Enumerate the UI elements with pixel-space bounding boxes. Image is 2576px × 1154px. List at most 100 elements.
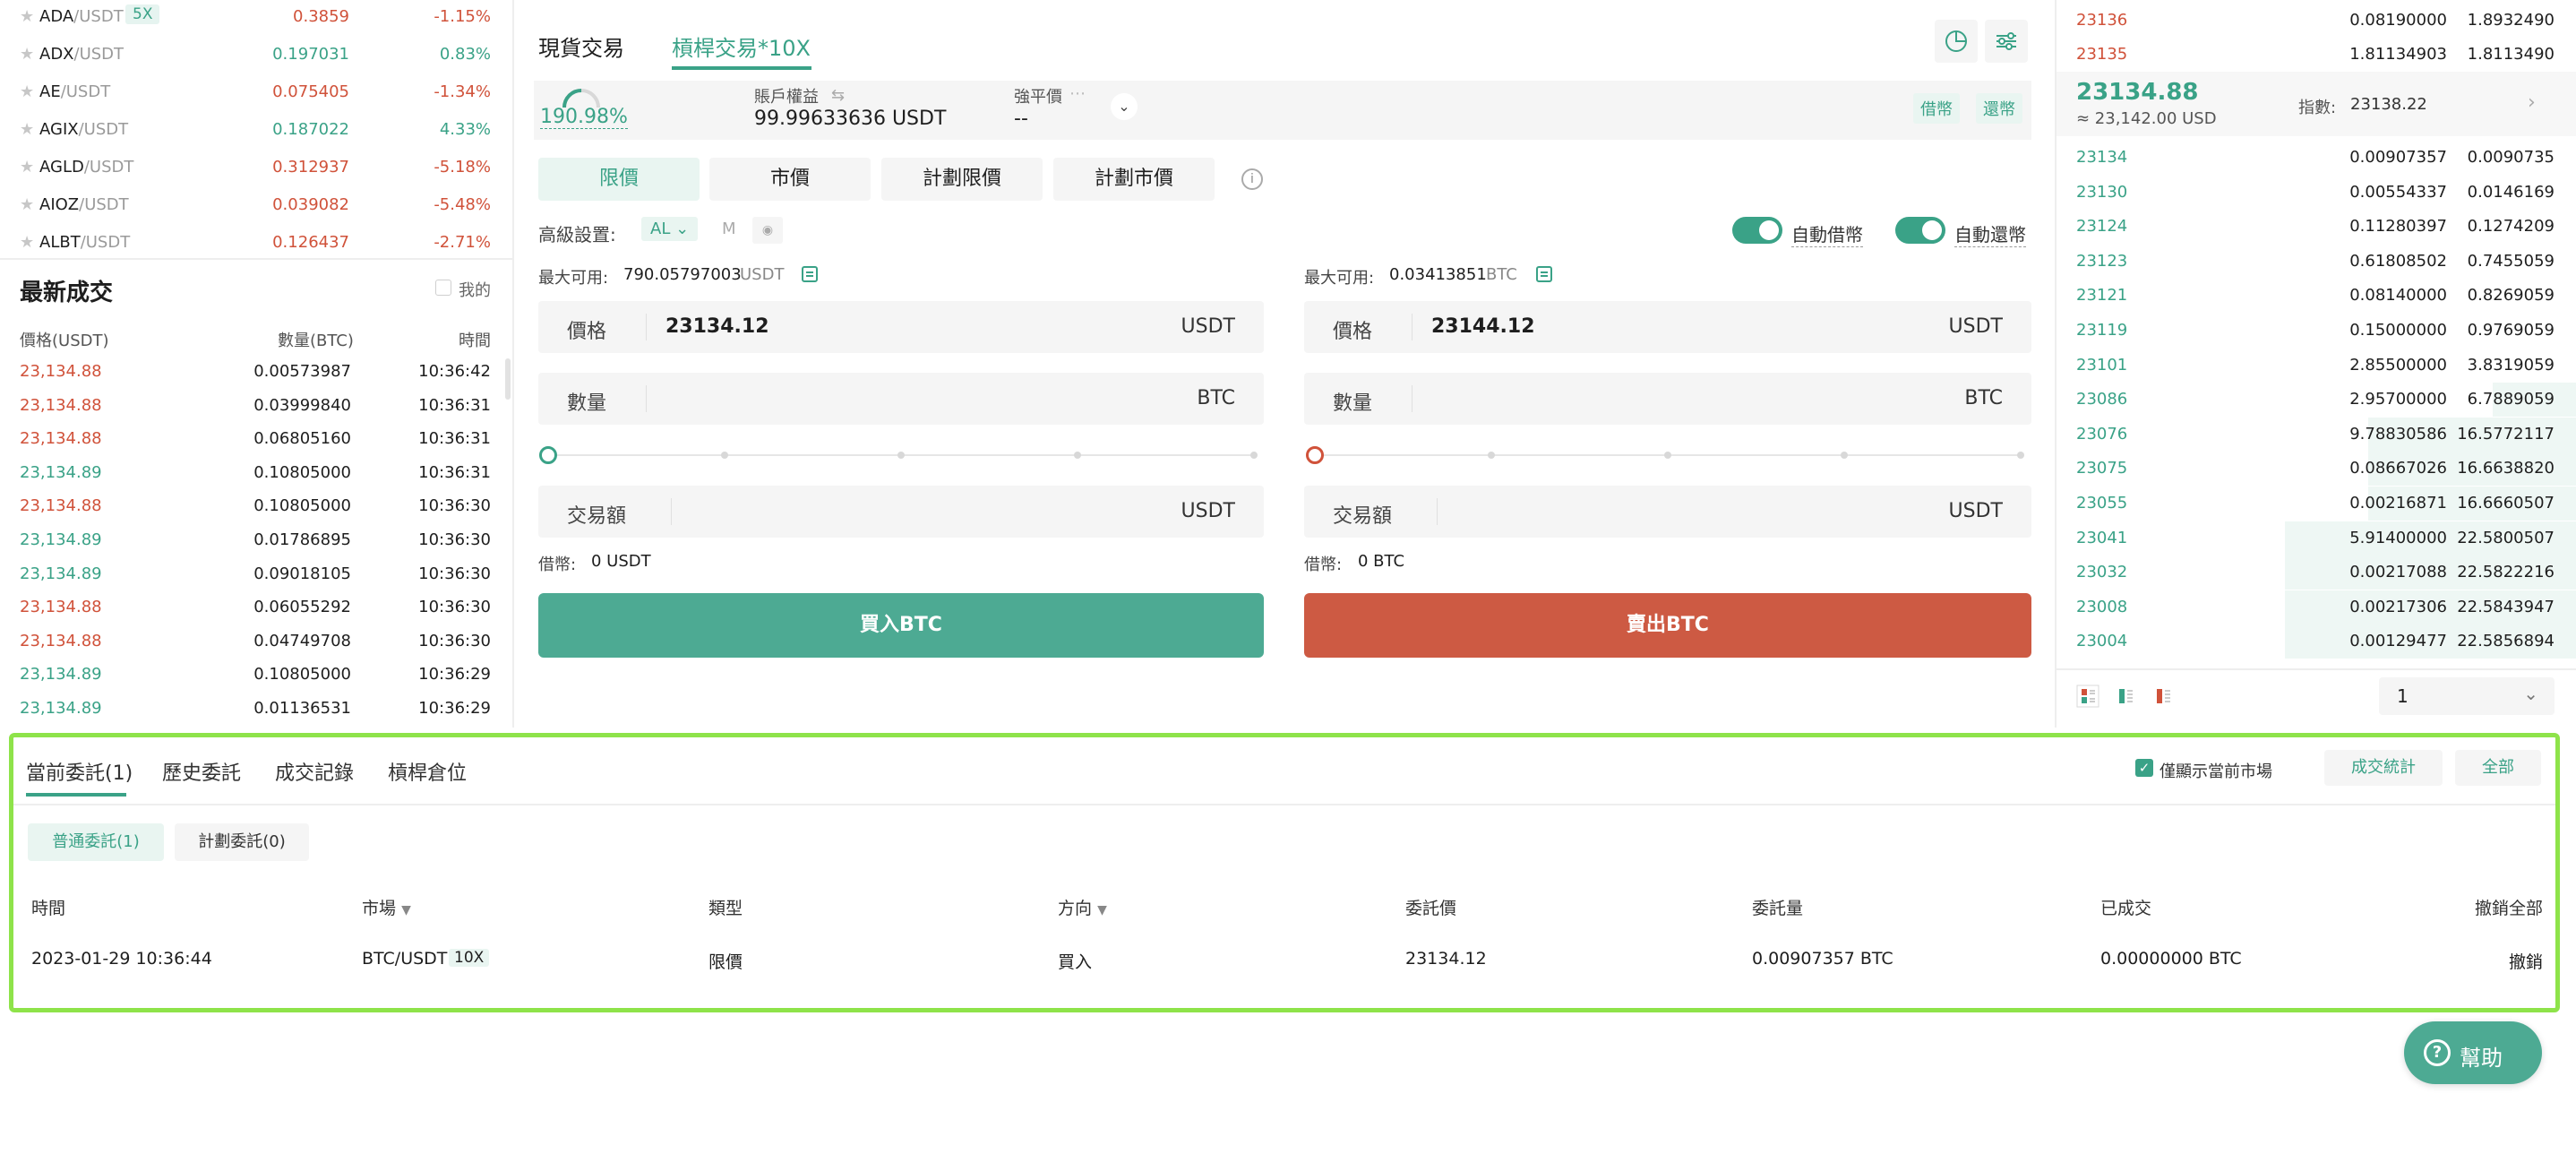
mine-checkbox[interactable]: [435, 280, 451, 296]
order-type-plan-market[interactable]: 計劃市價: [1053, 158, 1215, 201]
al-selector[interactable]: AL ⌄: [641, 217, 699, 241]
market-row[interactable]: ★ ADX/USDT 0.197031 0.83%: [0, 38, 512, 75]
order-type-market[interactable]: 市價: [709, 158, 871, 201]
bid-sum: 16.6660507: [2457, 494, 2555, 512]
order-type-limit[interactable]: 限價: [538, 158, 700, 201]
depth-bids-icon[interactable]: [2114, 685, 2137, 708]
bid-row[interactable]: 23075 0.08667026 16.6638820: [2057, 452, 2576, 487]
tab-margin-positions[interactable]: 槓桿倉位: [388, 757, 467, 786]
market-quote: /USDT: [80, 233, 131, 252]
trade-row: 23,134.89 0.01786895 10:36:30: [0, 525, 512, 559]
bid-row[interactable]: 23076 9.78830586 16.5772117: [2057, 417, 2576, 452]
tab-spot[interactable]: 現貨交易: [538, 30, 624, 62]
chevron-down-icon[interactable]: ⌄: [1111, 93, 1138, 120]
buy-slider-handle[interactable]: [539, 446, 557, 464]
bid-row[interactable]: 23055 0.00216871 16.6660507: [2057, 487, 2576, 521]
info-icon[interactable]: i: [1241, 168, 1263, 190]
auto-borrow-toggle[interactable]: [1732, 217, 1782, 244]
chart-button[interactable]: [1935, 20, 1978, 63]
tab-current-orders[interactable]: 當前委託(1): [26, 757, 133, 786]
sell-slider-handle[interactable]: [1306, 446, 1324, 464]
subtab-normal-orders[interactable]: 普通委託(1): [28, 823, 164, 861]
buy-qty-field[interactable]: 數量 BTC: [538, 373, 1264, 425]
depth-asks-icon[interactable]: [2151, 685, 2175, 708]
only-current-checkbox[interactable]: ✓: [2135, 759, 2153, 777]
left-panel: ★ ADA/USDT 5X 0.3859 -1.15% ★ ADX/USDT 0.197031…: [0, 0, 514, 728]
bid-row[interactable]: 23119 0.15000000 0.9769059: [2057, 314, 2576, 348]
bid-row[interactable]: 23004 0.00129477 22.5856894: [2057, 624, 2576, 659]
market-row[interactable]: ★ AE/USDT 0.075405 -1.34%: [0, 75, 512, 113]
sell-price-label: 價格: [1333, 321, 1373, 343]
cancel-order-button[interactable]: 撤銷: [2509, 949, 2543, 973]
bid-row[interactable]: 23086 2.95700000 6.7889059: [2057, 383, 2576, 418]
settings-button[interactable]: [1985, 20, 2028, 63]
star-icon[interactable]: ★: [20, 195, 34, 214]
transfer-icon[interactable]: [801, 265, 819, 283]
buy-price-field[interactable]: 價格 23134.12 USDT: [538, 301, 1264, 353]
market-row[interactable]: ★ AGLD/USDT 0.312937 -5.18%: [0, 151, 512, 188]
market-row[interactable]: ★ ADA/USDT 5X 0.3859 -1.15%: [0, 0, 512, 38]
auto-repay-toggle[interactable]: [1895, 217, 1945, 244]
chevron-right-icon[interactable]: ›: [2528, 91, 2536, 114]
sell-button[interactable]: 賣出BTC: [1304, 593, 2031, 658]
tab-margin[interactable]: 槓桿交易*10X: [672, 30, 811, 62]
bid-sum: 22.5800507: [2457, 528, 2555, 547]
precision-select[interactable]: 1 ⌄: [2379, 677, 2555, 715]
transfer-icon[interactable]: [1535, 265, 1553, 283]
col-market[interactable]: 市場 ▼: [362, 895, 411, 919]
tab-margin-underline: [672, 66, 811, 70]
depth-both-icon[interactable]: [2076, 685, 2099, 708]
bid-qty: 0.15000000: [2349, 321, 2447, 340]
star-icon[interactable]: ★: [20, 158, 34, 177]
cancel-all-button[interactable]: 撤銷全部: [2475, 895, 2543, 919]
buy-amount-field[interactable]: 交易額 USDT: [538, 486, 1264, 538]
ask-row[interactable]: 23135 1.81134903 1.8113490: [2057, 38, 2576, 72]
market-row[interactable]: ★ AGIX/USDT 0.187022 4.33%: [0, 113, 512, 151]
star-icon[interactable]: ★: [20, 120, 34, 139]
eye-icon[interactable]: ◉: [752, 217, 783, 244]
borrow-button[interactable]: 借幣: [1913, 93, 1960, 124]
slider-tick: [1488, 452, 1495, 459]
bid-qty: 0.08667026: [2349, 459, 2447, 478]
auto-borrow-label: 自動借幣: [1791, 220, 1863, 247]
bid-row[interactable]: 23134 0.00907357 0.0090735: [2057, 141, 2576, 175]
star-icon[interactable]: ★: [20, 82, 34, 101]
sell-qty-field[interactable]: 數量 BTC: [1304, 373, 2031, 425]
help-button[interactable]: ? 幫助: [2404, 1021, 2542, 1084]
subtab-plan-orders[interactable]: 計劃委託(0): [175, 823, 309, 861]
all-button[interactable]: 全部: [2455, 750, 2541, 786]
market-change: -2.71%: [434, 233, 491, 252]
tab-history-orders[interactable]: 歷史委託: [162, 757, 241, 786]
buy-button[interactable]: 買入BTC: [538, 593, 1264, 658]
sell-amount-field[interactable]: 交易額 USDT: [1304, 486, 2031, 538]
bid-sum: 6.7889059: [2467, 390, 2555, 409]
bid-row[interactable]: 23041 5.91400000 22.5800507: [2057, 521, 2576, 555]
bid-row[interactable]: 23123 0.61808502 0.7455059: [2057, 245, 2576, 279]
order-type-plan-limit[interactable]: 計劃限價: [881, 158, 1043, 201]
equity-value: 99.99633636 USDT: [754, 108, 947, 130]
bid-row[interactable]: 23032 0.00217088 22.5822216: [2057, 555, 2576, 590]
bid-row[interactable]: 23101 2.85500000 3.8319059: [2057, 349, 2576, 383]
index-value: 23138.22: [2350, 95, 2427, 114]
market-row[interactable]: ★ AIOZ/USDT 0.039082 -5.48%: [0, 188, 512, 226]
bid-row[interactable]: 23124 0.11280397 0.1274209: [2057, 210, 2576, 244]
star-icon[interactable]: ★: [20, 233, 34, 252]
stats-button[interactable]: 成交統計: [2324, 750, 2443, 786]
ask-row[interactable]: 23136 0.08190000 1.8932490: [2057, 4, 2576, 38]
buy-price-input[interactable]: 23134.12: [665, 315, 769, 338]
trades-scrollbar[interactable]: [505, 358, 511, 400]
tab-trade-records[interactable]: 成交記錄: [275, 757, 354, 786]
bid-row[interactable]: 23121 0.08140000 0.8269059: [2057, 279, 2576, 313]
star-icon[interactable]: ★: [20, 7, 34, 26]
sell-price-field[interactable]: 價格 23144.12 USDT: [1304, 301, 2031, 353]
bid-row[interactable]: 23008 0.00217306 22.5843947: [2057, 590, 2576, 624]
swap-icon[interactable]: ⇆: [831, 86, 845, 105]
sell-price-input[interactable]: 23144.12: [1431, 315, 1535, 338]
sliders-icon: [1996, 32, 2016, 50]
repay-button[interactable]: 還幣: [1976, 93, 2022, 124]
market-base: ADX: [39, 45, 74, 64]
star-icon[interactable]: ★: [20, 45, 34, 64]
bid-row[interactable]: 23130 0.00554337 0.0146169: [2057, 176, 2576, 210]
col-side[interactable]: 方向 ▼: [1058, 895, 1107, 919]
m-selector[interactable]: M: [717, 220, 742, 238]
